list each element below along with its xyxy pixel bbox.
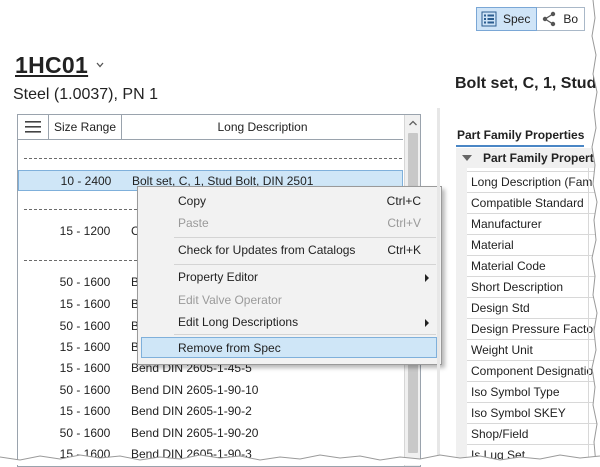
spec-view-label: Spec [503, 12, 531, 26]
menu-item-copy[interactable]: Copy Ctrl+C [141, 191, 437, 212]
column-header-long-description[interactable]: Long Description [122, 115, 403, 139]
menu-item-label: Property Editor [178, 270, 259, 284]
share-icon [541, 11, 557, 27]
size-range-cell: 15 - 1600 [59, 340, 111, 354]
hamburger-icon [25, 121, 41, 133]
menu-item-shortcut: Ctrl+V [387, 216, 421, 230]
column-header-size-range[interactable]: Size Range [49, 115, 122, 139]
menu-item-label: Remove from Spec [178, 341, 281, 355]
menu-item-shortcut: Ctrl+C [386, 194, 421, 208]
table-row[interactable]: 50 - 1600 Bend DIN 2605-1-90-10 [18, 380, 403, 401]
menu-item-label: Check for Updates from Catalogs [178, 243, 356, 257]
spec-view-button[interactable]: Spec [476, 7, 538, 31]
size-range-cell: 15 - 1600 [59, 361, 111, 375]
property-name: Compatible Standard [471, 196, 584, 210]
property-name: Material Code [471, 259, 546, 273]
property-row[interactable]: Design Pressure Factor [467, 318, 600, 340]
torn-edge-bottom [0, 454, 600, 465]
size-range-cell: 50 - 1600 [59, 426, 111, 440]
property-name: Iso Symbol Type [471, 385, 560, 399]
size-range-cell: 15 - 1600 [59, 404, 111, 418]
description-cell: Bend DIN 2605-1-90-10 [131, 383, 259, 397]
description-cell: Bend DIN 2605-1-90-20 [131, 426, 259, 440]
property-name: Design Pressure Factor [471, 322, 598, 336]
property-name: Long Description (Famil [471, 175, 598, 189]
menu-item-edit-long-descriptions[interactable]: Edit Long Descriptions [141, 312, 437, 333]
table-row[interactable]: 50 - 1600 Bend DIN 2605-1-90-20 [18, 423, 403, 444]
size-range-cell: 15 - 1600 [59, 297, 111, 311]
menu-item-paste[interactable]: Paste Ctrl+V [141, 213, 437, 234]
property-row[interactable]: Iso Symbol Type [467, 381, 600, 403]
table-row[interactable]: 15 - 1600 Bend DIN 2605-1-90-2 [18, 401, 403, 422]
column-menu-button[interactable] [18, 115, 49, 139]
property-row[interactable]: Weight Unit [467, 339, 600, 361]
property-name: Design Std [471, 301, 530, 315]
share-view-button[interactable]: Bo [537, 7, 586, 31]
submenu-arrow-icon [425, 274, 429, 282]
menu-item-shortcut: Ctrl+K [387, 243, 421, 257]
property-group-header[interactable]: Part Family Properti [456, 148, 600, 168]
property-row[interactable]: Short Description [467, 276, 600, 298]
property-row[interactable]: Material [467, 234, 600, 256]
context-menu: Copy Ctrl+C Paste Ctrl+V Check for Updat… [137, 186, 442, 365]
size-range-cell: 15 - 1200 [59, 224, 111, 238]
property-row[interactable]: Shop/Field [467, 423, 600, 445]
detail-title: Bolt set, C, 1, Stud [455, 75, 597, 92]
property-name: Weight Unit [471, 343, 533, 357]
property-row[interactable]: Material Code [467, 255, 600, 277]
menu-separator [174, 237, 436, 238]
property-name: Material [471, 238, 514, 252]
size-range-cell: 50 - 1600 [59, 275, 111, 289]
size-range-cell: 10 - 2400 [60, 174, 112, 188]
menu-separator [174, 334, 436, 335]
property-row[interactable]: Design Std [467, 297, 600, 319]
property-name: Short Description [471, 280, 564, 294]
torn-edge-right [591, 0, 600, 465]
description-cell: Bend DIN 2605-1-90-2 [131, 404, 252, 418]
menu-item-check-for-updates[interactable]: Check for Updates from Catalogs Ctrl+K [141, 240, 437, 261]
property-row[interactable]: Manufacturer [467, 213, 600, 235]
menu-item-label: Edit Long Descriptions [178, 315, 299, 329]
menu-item-label: Edit Valve Operator [178, 293, 282, 307]
list-view-icon [481, 11, 497, 27]
spec-subtitle: Steel (1.0037), PN 1 [13, 86, 158, 103]
property-name: Shop/Field [471, 427, 529, 441]
chevron-down-icon[interactable] [95, 60, 105, 70]
size-range-cell: 50 - 1600 [59, 383, 111, 397]
view-toggle-group: Spec Bo [476, 7, 586, 31]
tab-underline [456, 145, 584, 147]
menu-item-label: Copy [178, 194, 207, 208]
property-indent-strip [456, 168, 467, 465]
grid-header: Size Range Long Description [18, 115, 403, 140]
menu-item-remove-from-spec[interactable]: Remove from Spec [141, 337, 437, 358]
panel-splitter[interactable] [437, 108, 440, 465]
menu-item-label: Paste [178, 216, 209, 230]
property-name: Component Designatio [471, 364, 594, 378]
collapse-triangle-icon[interactable] [462, 155, 472, 161]
property-row[interactable]: Component Designatio [467, 360, 600, 382]
property-name: Manufacturer [471, 217, 542, 231]
property-row[interactable]: Long Description (Famil [467, 171, 600, 193]
property-group-label: Part Family Properti [483, 151, 598, 165]
property-row[interactable]: Iso Symbol SKEY [467, 402, 600, 424]
group-separator [24, 158, 402, 159]
submenu-arrow-icon [425, 319, 429, 327]
menu-separator [174, 264, 436, 265]
share-view-label: Bo [563, 12, 579, 26]
property-row[interactable]: Compatible Standard [467, 192, 600, 214]
scroll-up-icon[interactable] [408, 119, 418, 127]
tab-part-family-properties[interactable]: Part Family Properties [457, 128, 584, 142]
menu-item-property-editor[interactable]: Property Editor [141, 267, 437, 288]
menu-item-edit-valve-operator[interactable]: Edit Valve Operator [141, 290, 437, 311]
property-name: Iso Symbol SKEY [471, 406, 566, 420]
size-range-cell: 50 - 1600 [59, 319, 111, 333]
properties-panel: Part Family Properties Part Family Prope… [456, 124, 600, 466]
spec-title[interactable]: 1HC01 [15, 52, 88, 79]
